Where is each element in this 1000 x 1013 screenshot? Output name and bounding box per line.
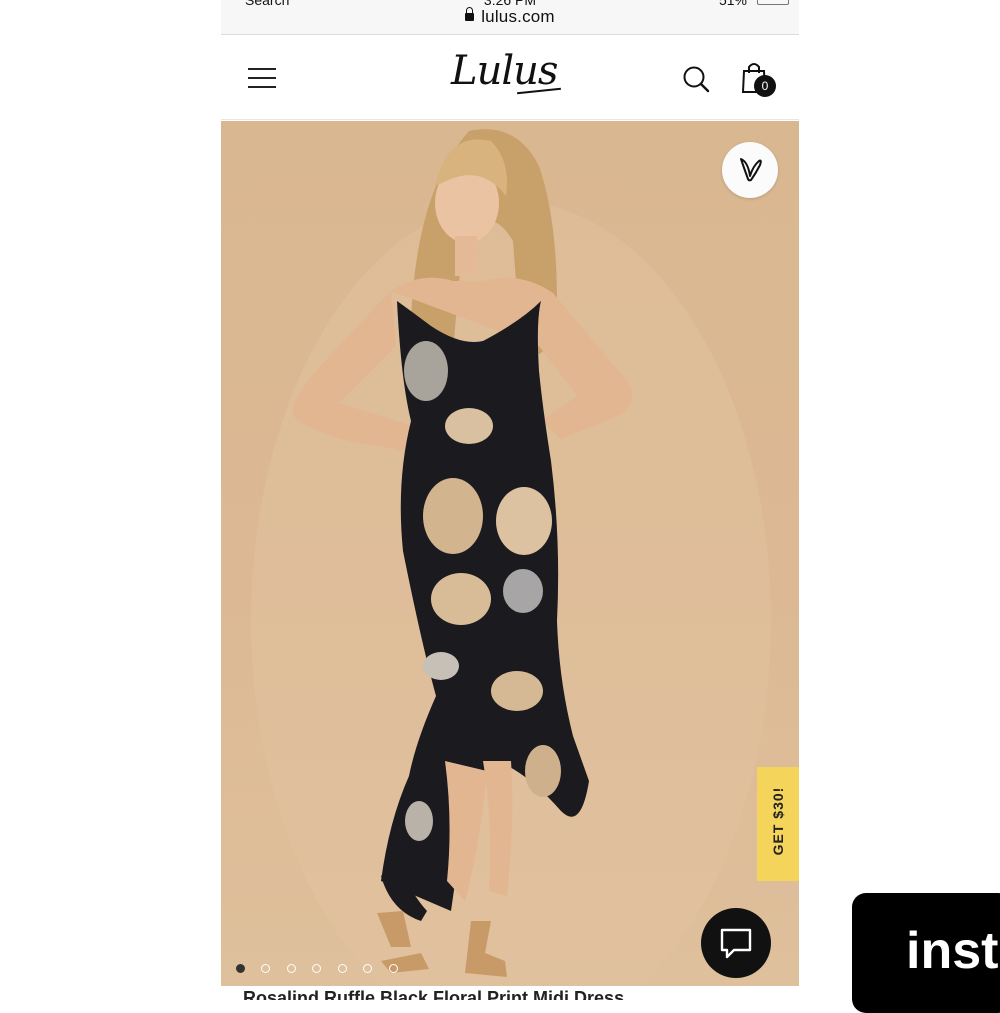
- wishlist-button[interactable]: [722, 142, 778, 198]
- gallery-dot[interactable]: [337, 964, 347, 973]
- product-title: Rosalind Ruffle Black Floral Print Midi …: [243, 988, 625, 1000]
- search-icon[interactable]: [682, 65, 710, 93]
- cart-count-badge[interactable]: 0: [754, 75, 776, 97]
- promo-label: GET $30!: [770, 786, 786, 856]
- instagram-watermark: inst: [852, 893, 1000, 1013]
- chat-icon: [720, 928, 752, 959]
- watermark-text: inst: [906, 922, 999, 980]
- gallery-dot[interactable]: [388, 964, 398, 973]
- url-text: lulus.com: [481, 7, 555, 26]
- browser-address-bar: Search 3:26 PM 51% lulus.com: [221, 0, 799, 35]
- lock-icon: [465, 7, 475, 21]
- mobile-browser-screen: Search 3:26 PM 51% lulus.com Lulus 0 GET…: [221, 0, 799, 1000]
- product-photo: [251, 129, 771, 986]
- product-image-gallery[interactable]: GET $30!: [221, 121, 799, 986]
- gallery-pagination: [236, 960, 410, 973]
- gallery-dot[interactable]: [286, 964, 296, 973]
- gallery-dot[interactable]: [312, 964, 322, 973]
- site-logo[interactable]: Lulus: [451, 48, 558, 94]
- battery-icon: [757, 0, 789, 5]
- promo-tab[interactable]: GET $30!: [757, 767, 799, 881]
- gallery-dot[interactable]: [236, 964, 245, 973]
- url-field[interactable]: lulus.com: [221, 7, 799, 27]
- gallery-dot[interactable]: [363, 964, 373, 973]
- site-header: Lulus 0: [221, 35, 799, 120]
- menu-icon[interactable]: [248, 68, 276, 88]
- heart-icon: [740, 158, 762, 182]
- chat-button[interactable]: [701, 908, 771, 978]
- gallery-dot[interactable]: [261, 964, 271, 973]
